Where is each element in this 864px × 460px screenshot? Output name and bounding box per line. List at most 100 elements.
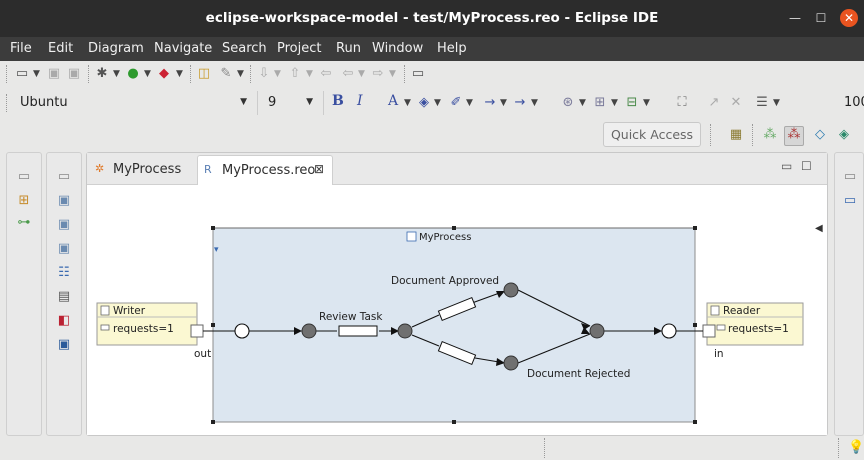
forward-icon[interactable]: ⇨ bbox=[370, 66, 386, 82]
fill-color-dropdown-icon[interactable]: ▼ bbox=[434, 98, 441, 108]
package-explorer-icon[interactable]: ⊶ bbox=[16, 215, 32, 231]
forward-dropdown-icon[interactable]: ▼ bbox=[389, 69, 396, 79]
review-task-buffer[interactable] bbox=[338, 325, 378, 337]
view-dropdown-icon[interactable]: ▼ bbox=[773, 98, 780, 108]
menu-navigate[interactable]: Navigate bbox=[154, 41, 212, 56]
view-icon[interactable]: ☰ bbox=[754, 95, 770, 111]
menu-diagram[interactable]: Diagram bbox=[88, 41, 144, 56]
menu-help[interactable]: Help bbox=[437, 41, 467, 56]
restore-icon[interactable]: ▭ bbox=[842, 169, 858, 185]
debug-icon[interactable]: ✱ bbox=[94, 66, 110, 82]
italic-button[interactable]: I bbox=[357, 93, 363, 109]
previous-annotation-icon[interactable]: ⇧ bbox=[287, 66, 303, 82]
new-file-icon[interactable]: ▭ bbox=[14, 66, 30, 82]
font-name-combo[interactable]: Ubuntu ▼ bbox=[14, 91, 258, 115]
tab-myprocess[interactable]: ✲ MyProcess bbox=[89, 155, 193, 185]
pin-editor-icon[interactable]: ▭ bbox=[410, 66, 426, 82]
java-perspective-icon[interactable]: ⁂ bbox=[762, 127, 778, 143]
restore-icon[interactable]: ▭ bbox=[16, 169, 32, 185]
line-color-icon[interactable]: ✐ bbox=[448, 95, 464, 111]
next-annotation-icon[interactable]: ⇩ bbox=[256, 66, 272, 82]
modeling-perspective-icon[interactable]: ◇ bbox=[812, 127, 828, 143]
tab-myprocess-reo[interactable]: R MyProcess.reo ⊠ bbox=[197, 155, 333, 185]
menu-search[interactable]: Search bbox=[222, 41, 267, 56]
select-all-icon[interactable]: ⊛ bbox=[560, 95, 576, 111]
task-dropdown-icon[interactable]: ▼ bbox=[237, 69, 244, 79]
source-node[interactable] bbox=[234, 323, 250, 339]
minimize-icon[interactable]: — bbox=[786, 9, 804, 27]
menu-edit[interactable]: Edit bbox=[48, 41, 73, 56]
format-painter-icon[interactable]: ↗ bbox=[706, 95, 722, 111]
type-hierarchy-icon[interactable]: ⊞ bbox=[16, 193, 32, 209]
run-icon[interactable]: ● bbox=[125, 66, 141, 82]
menu-window[interactable]: Window bbox=[372, 41, 423, 56]
menu-file[interactable]: File bbox=[10, 41, 32, 56]
reo-perspective-icon[interactable]: ⁂ bbox=[784, 126, 804, 146]
close-icon[interactable]: ✕ bbox=[840, 9, 858, 27]
debug-dropdown-icon[interactable]: ▼ bbox=[113, 69, 120, 79]
font-color-button[interactable]: A bbox=[388, 93, 398, 109]
properties-icon[interactable]: ▤ bbox=[56, 289, 72, 305]
last-edit-icon[interactable]: ⇦ bbox=[318, 66, 334, 82]
mixed-node[interactable] bbox=[397, 323, 413, 339]
font-color-dropdown-icon[interactable]: ▼ bbox=[404, 98, 411, 108]
save-all-icon[interactable]: ▣ bbox=[66, 66, 82, 82]
editor-file-icon[interactable]: ▣ bbox=[56, 241, 72, 257]
minimize-icon[interactable]: ▭ bbox=[781, 159, 792, 173]
arrange-icon[interactable]: ⊞ bbox=[592, 95, 608, 111]
fill-color-icon[interactable]: ◈ bbox=[416, 95, 432, 111]
lightbulb-icon[interactable]: 💡 bbox=[848, 440, 864, 455]
debug-perspective-icon[interactable]: ◈ bbox=[836, 127, 852, 143]
external-tools-icon[interactable]: ◆ bbox=[156, 66, 172, 82]
mixed-node[interactable] bbox=[503, 282, 519, 298]
collapse-icon[interactable]: ▾ bbox=[214, 245, 219, 255]
run-dropdown-icon[interactable]: ▼ bbox=[144, 69, 151, 79]
line-style-icon[interactable]: → bbox=[482, 95, 498, 111]
palette-toggle-icon[interactable]: ◀ bbox=[815, 223, 825, 239]
console-icon[interactable]: ▣ bbox=[56, 337, 72, 353]
reader-port[interactable] bbox=[702, 324, 716, 338]
quick-access-field[interactable]: Quick Access bbox=[603, 122, 701, 147]
sink-node[interactable] bbox=[661, 323, 677, 339]
reo-file-icon[interactable]: ▣ bbox=[56, 193, 72, 209]
next-annotation-dropdown-icon[interactable]: ▼ bbox=[274, 69, 281, 79]
line-color-dropdown-icon[interactable]: ▼ bbox=[466, 98, 473, 108]
process-container[interactable] bbox=[212, 227, 696, 423]
open-type-icon[interactable]: ◫ bbox=[196, 66, 212, 82]
external-tools-dropdown-icon[interactable]: ▼ bbox=[176, 69, 183, 79]
zoom-combo[interactable]: 100 bbox=[838, 91, 864, 115]
mixed-node[interactable] bbox=[589, 323, 605, 339]
previous-annotation-dropdown-icon[interactable]: ▼ bbox=[306, 69, 313, 79]
mixed-node[interactable] bbox=[503, 355, 519, 371]
writer-port[interactable] bbox=[190, 324, 204, 338]
select-dropdown-icon[interactable]: ▼ bbox=[579, 98, 586, 108]
save-icon[interactable]: ▣ bbox=[46, 66, 62, 82]
back-icon[interactable]: ⇦ bbox=[340, 66, 356, 82]
mixed-node[interactable] bbox=[301, 323, 317, 339]
palette-view-icon[interactable]: ▭ bbox=[842, 193, 858, 209]
diagram-canvas[interactable]: ◀ ▾ MyProcess Writer requests=1 out Read… bbox=[87, 186, 827, 435]
align-icon[interactable]: ⊟ bbox=[624, 95, 640, 111]
maximize-icon[interactable]: ☐ bbox=[812, 9, 830, 27]
delete-icon[interactable]: ✕ bbox=[728, 95, 744, 111]
reo-file-icon[interactable]: ▣ bbox=[56, 217, 72, 233]
auto-size-icon[interactable]: ⛶ bbox=[674, 95, 690, 111]
open-task-icon[interactable]: ✎ bbox=[218, 66, 234, 82]
menu-project[interactable]: Project bbox=[277, 41, 321, 56]
problems-icon[interactable]: ◧ bbox=[56, 313, 72, 329]
open-perspective-icon[interactable]: ▦ bbox=[728, 127, 744, 143]
align-dropdown-icon[interactable]: ▼ bbox=[643, 98, 650, 108]
maximize-icon[interactable]: ☐ bbox=[801, 159, 812, 173]
bold-button[interactable]: B bbox=[332, 93, 344, 109]
arrow-type-icon[interactable]: → bbox=[512, 95, 528, 111]
new-dropdown-icon[interactable]: ▼ bbox=[33, 69, 40, 79]
line-style-dropdown-icon[interactable]: ▼ bbox=[500, 98, 507, 108]
arrange-dropdown-icon[interactable]: ▼ bbox=[611, 98, 618, 108]
restore-icon[interactable]: ▭ bbox=[56, 169, 72, 185]
back-dropdown-icon[interactable]: ▼ bbox=[358, 69, 365, 79]
font-size-combo[interactable]: 9 ▼ bbox=[262, 91, 324, 115]
arrow-type-dropdown-icon[interactable]: ▼ bbox=[531, 98, 538, 108]
outline-icon[interactable]: ☷ bbox=[56, 265, 72, 281]
close-icon[interactable]: ⊠ bbox=[314, 162, 324, 176]
menu-run[interactable]: Run bbox=[336, 41, 361, 56]
